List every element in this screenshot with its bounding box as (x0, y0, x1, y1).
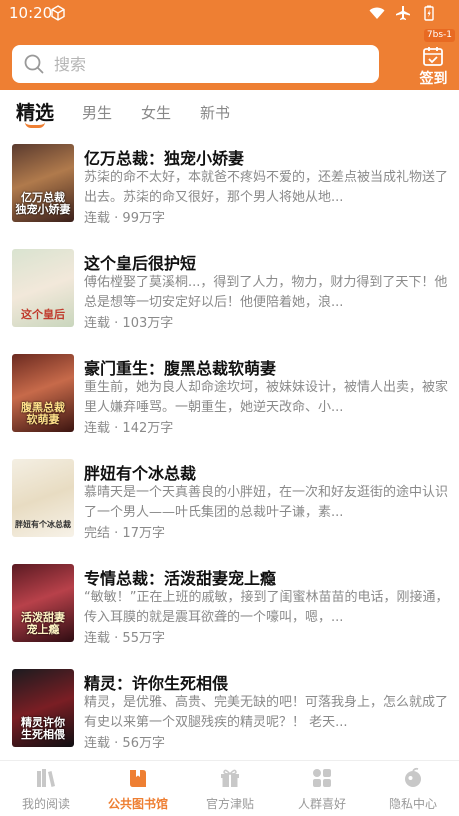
book-description: “敏敏！”正在上班的戚敏，接到了闺蜜林苗苗的电话，刚接通，传入耳膜的就是震耳欲聋… (84, 590, 449, 625)
book-cover-title: 这个皇后 (21, 308, 65, 321)
book-word-count: 55万字 (122, 631, 165, 646)
book-title: 豪门重生：腹黑总裁软萌妻 (84, 359, 277, 378)
book-meta: 完结 · 17万字 (84, 526, 165, 541)
signin-label: 签到 (419, 71, 448, 87)
book-description: 苏柒的命不太好，本就爸不疼妈不爱的，还差点被当成礼物送了出去。苏柒的命又很好，那… (84, 170, 449, 205)
gift-icon (221, 769, 239, 787)
book-word-count: 99万字 (122, 211, 165, 226)
book-cover-title: 胖妞有个冰总裁 (15, 520, 71, 529)
book-item[interactable]: 亿万总裁 独宠小娇妻 亿万总裁：独宠小娇妻 苏柒的命不太好，本就爸不疼妈不爱的，… (0, 140, 459, 240)
book-status: 连载 (84, 316, 111, 331)
book-title: 胖妞有个冰总裁 (84, 464, 197, 483)
books-icon (37, 769, 55, 787)
airplane-icon (396, 6, 410, 20)
status-icons (369, 5, 437, 21)
book-meta: 连载 · 142万字 (84, 421, 174, 436)
book-status: 连载 (84, 736, 111, 751)
book-status: 连载 (84, 421, 111, 436)
book-item[interactable]: 精灵许你 生死相偎 精灵：许你生死相偎 精灵，是优雅、高贵、完美无缺的吧！可落我… (0, 665, 459, 765)
nav-public-library[interactable]: 公共图书馆 (92, 761, 184, 816)
book-title: 精灵：许你生死相偎 (84, 674, 229, 693)
book-meta: 连载 · 55万字 (84, 631, 165, 646)
bottom-nav: 我的阅读 公共图书馆 官方津贴 人群喜好 隐私中心 (0, 760, 459, 816)
active-tab-indicator (25, 122, 45, 128)
nav-privacy-center[interactable]: 隐私中心 (367, 761, 459, 816)
nav-audience-preferences[interactable]: 人群喜好 (276, 761, 368, 816)
status-bar: 10:20 (0, 0, 459, 26)
category-tabs: 精选 男生 女生 新书 (0, 90, 459, 132)
book-word-count: 142万字 (122, 421, 174, 436)
book-cover-title: 活泼甜妻 宠上瘾 (21, 611, 65, 636)
book-cover: 腹黑总裁 软萌妻 (12, 354, 74, 432)
search-icon (24, 54, 44, 74)
tab-new-books[interactable]: 新书 (200, 102, 230, 123)
library-icon (130, 770, 146, 787)
nav-label: 公共图书馆 (107, 797, 168, 811)
book-item[interactable]: 活泼甜妻 宠上瘾 专情总裁：活泼甜妻宠上瘾 “敏敏！”正在上班的戚敏，接到了闺蜜… (0, 560, 459, 660)
nav-label: 官方津贴 (205, 797, 254, 811)
book-cover-title: 腹黑总裁 软萌妻 (21, 401, 65, 426)
battery-icon (424, 5, 434, 21)
tab-featured[interactable]: 精选 (16, 98, 54, 125)
cube-icon (51, 5, 65, 21)
privacy-icon (405, 767, 421, 787)
book-meta: 连载 · 99万字 (84, 211, 165, 226)
book-meta: 连载 · 56万字 (84, 736, 165, 751)
nav-official-allowance[interactable]: 官方津贴 (184, 761, 276, 816)
book-meta: 连载 · 103万字 (84, 316, 174, 331)
book-description: 重生前，她为良人却命途坎坷，被妹妹设计，被情人出卖，被家里人嫌弃唾骂。一朝重生，… (84, 380, 449, 415)
book-description: 慕晴天是一个天真善良的小胖妞，在一次和好友逛街的途中认识了一个男人——叶氏集团的… (84, 485, 449, 520)
search-bar[interactable] (12, 45, 379, 83)
nav-label: 隐私中心 (388, 797, 437, 811)
tab-male[interactable]: 男生 (82, 102, 112, 123)
status-time: 10:20 (9, 4, 53, 22)
app-header: 10:20 7bs-1 签到 (0, 0, 459, 90)
wifi-icon (369, 7, 385, 19)
book-cover: 亿万总裁 独宠小娇妻 (12, 144, 74, 222)
book-word-count: 103万字 (122, 316, 174, 331)
grid-icon (313, 769, 331, 787)
search-input[interactable] (54, 54, 354, 74)
book-item[interactable]: 这个皇后 这个皇后很护短 傅佑樘娶了莫溪桐...，得到了人力，物力，财力得到了天… (0, 245, 459, 345)
book-cover-title: 亿万总裁 独宠小娇妻 (15, 191, 71, 216)
book-cover: 胖妞有个冰总裁 (12, 459, 74, 537)
book-title: 专情总裁：活泼甜妻宠上瘾 (84, 569, 277, 588)
signin-button[interactable]: 7bs-1 签到 (408, 28, 459, 90)
book-title: 亿万总裁：独宠小娇妻 (84, 149, 245, 168)
book-status: 完结 (84, 526, 111, 541)
signin-badge: 7bs-1 (423, 29, 455, 42)
nav-label: 我的阅读 (21, 797, 70, 811)
book-status: 连载 (84, 211, 111, 226)
book-description: 精灵，是优雅、高贵、完美无缺的吧！可落我身上，怎么就成了有史以来第一个双腿残疾的… (84, 695, 449, 730)
book-title: 这个皇后很护短 (84, 254, 197, 273)
book-word-count: 56万字 (122, 736, 165, 751)
book-cover-title: 精灵许你 生死相偎 (21, 716, 65, 741)
book-cover: 精灵许你 生死相偎 (12, 669, 74, 747)
book-item[interactable]: 胖妞有个冰总裁 胖妞有个冰总裁 慕晴天是一个天真善良的小胖妞，在一次和好友逛街的… (0, 455, 459, 555)
book-item[interactable]: 腹黑总裁 软萌妻 豪门重生：腹黑总裁软萌妻 重生前，她为良人却命途坎坷，被妹妹设… (0, 350, 459, 450)
book-status: 连载 (84, 631, 111, 646)
book-word-count: 17万字 (122, 526, 165, 541)
book-cover: 这个皇后 (12, 249, 74, 327)
calendar-check-icon (423, 47, 443, 66)
book-cover: 活泼甜妻 宠上瘾 (12, 564, 74, 642)
tab-female[interactable]: 女生 (141, 102, 171, 123)
nav-my-reading[interactable]: 我的阅读 (0, 761, 92, 816)
book-description: 傅佑樘娶了莫溪桐...，得到了人力，物力，财力得到了天下！他总是想等一切安定好以… (84, 275, 448, 310)
nav-label: 人群喜好 (297, 797, 346, 811)
